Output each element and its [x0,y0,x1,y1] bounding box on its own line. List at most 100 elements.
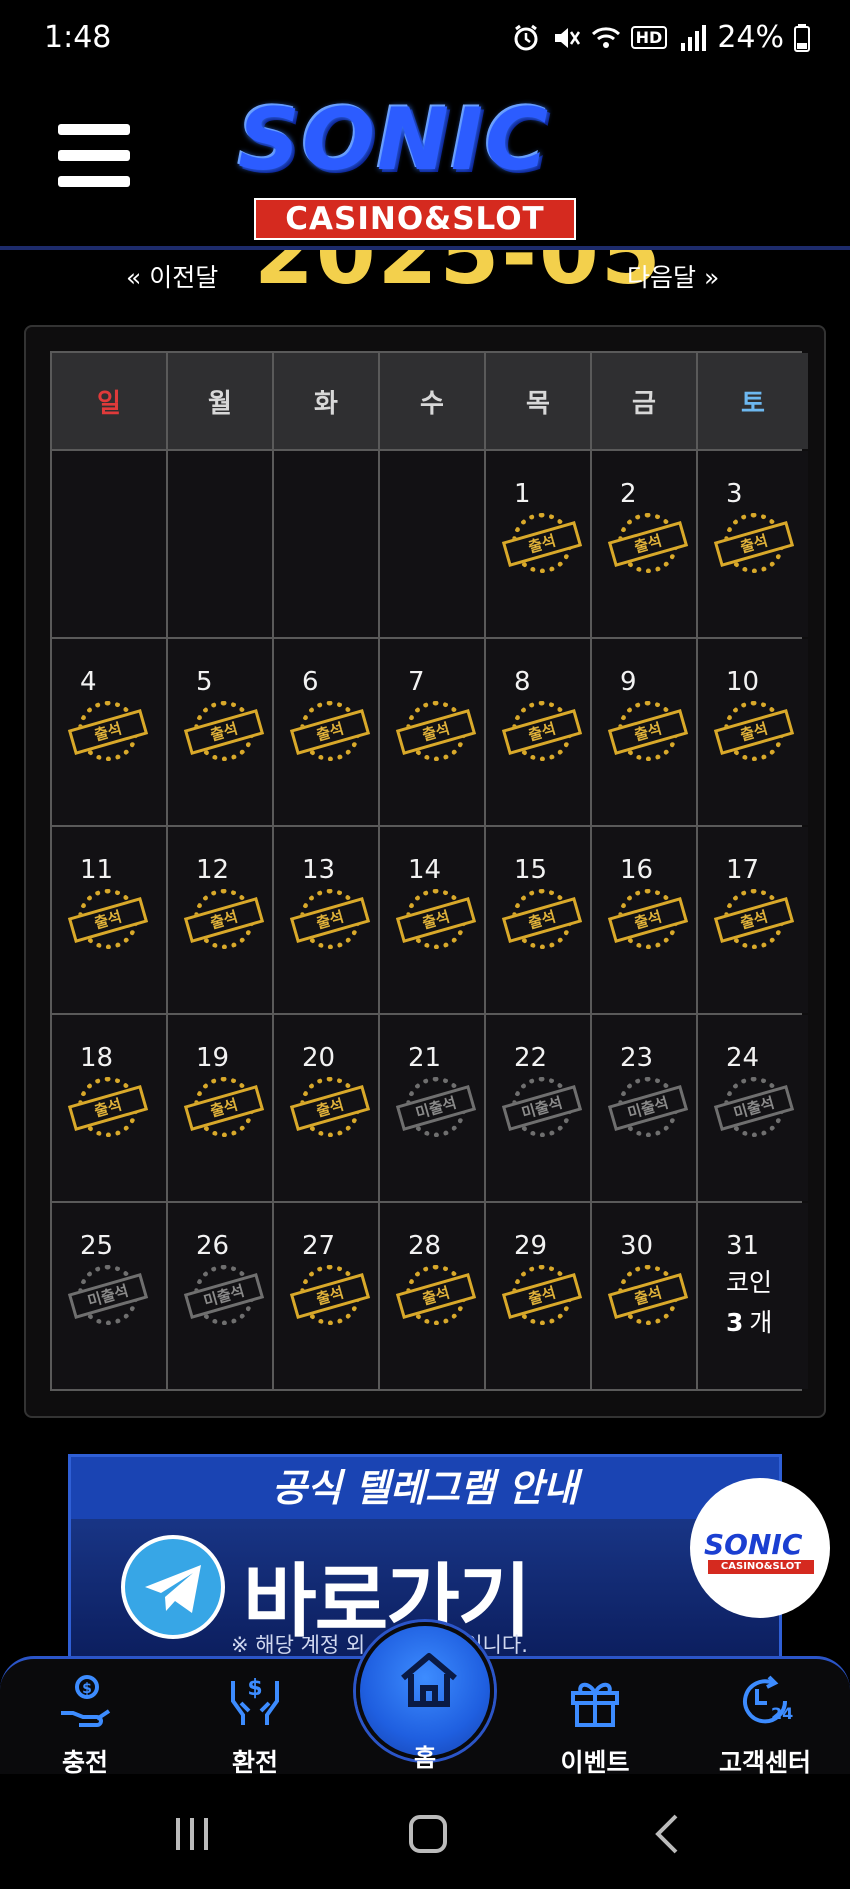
attended-stamp-icon: 출석 [289,887,371,955]
calendar-day: 27 출석 [274,1203,378,1389]
calendar-day: 10 출석 [698,639,808,825]
calendar-day: 7 출석 [380,639,484,825]
day-number: 10 [726,667,760,697]
svg-text:24: 24 [771,1704,793,1723]
calendar-day: 1 출석 [486,451,590,637]
attended-stamp-icon: 출석 [501,511,583,579]
day-number: 19 [196,1043,230,1073]
attended-stamp-icon: 출석 [713,887,795,955]
calendar-day: 14 출석 [380,827,484,1013]
attended-stamp-icon: 출석 [183,887,265,955]
calendar-day: 8 출석 [486,639,590,825]
next-month-link[interactable]: 다음달 » [627,258,719,290]
support-24-icon: 24 [743,1675,793,1724]
attended-stamp-icon: 출석 [183,699,265,767]
calendar-day: 25 미출석 [52,1203,166,1389]
day-number: 18 [80,1043,114,1073]
mute-icon [554,27,580,48]
attended-stamp-icon: 출석 [289,1075,371,1143]
system-navigation-bar [0,1774,850,1889]
home-system-icon[interactable] [408,1814,448,1854]
day-number: 16 [620,855,654,885]
nav-support[interactable]: 24 고객센터 [700,1659,830,1777]
gift-icon [571,1682,619,1727]
calendar-day: 26 미출석 [168,1203,272,1389]
telegram-icon [121,1535,225,1639]
calendar-day: 19 출석 [168,1015,272,1201]
day-number: 13 [302,855,336,885]
floating-logo-button[interactable]: SONIC CASINO&SLOT [690,1478,830,1618]
attended-stamp-icon: 출석 [501,887,583,955]
calendar-day: 6 출석 [274,639,378,825]
battery-percent: 24% [717,20,784,55]
nav-event[interactable]: 이벤트 [530,1659,660,1777]
calendar-day: 16 출석 [592,827,696,1013]
attended-stamp-icon: 출석 [67,1075,149,1143]
weekday-sat: 토 [698,353,808,449]
calendar-day: 12 출석 [168,827,272,1013]
attended-stamp-icon: 출석 [289,699,371,767]
calendar-day: 15 출석 [486,827,590,1013]
day-number: 7 [408,667,425,697]
calendar-day [274,451,378,637]
calendar-day: 23 미출석 [592,1015,696,1201]
recent-apps-icon[interactable] [172,1814,212,1854]
day-number: 31 [726,1231,760,1261]
coin-count: 3 [726,1308,744,1337]
attended-stamp-icon: 출석 [501,1263,583,1331]
calendar-day [52,451,166,637]
missed-stamp-icon: 미출석 [183,1263,265,1331]
day-number: 3 [726,479,743,509]
calendar-day: 21 미출석 [380,1015,484,1201]
coin-reward: 코인 3 개 [726,1263,772,1343]
calendar-day: 9 출석 [592,639,696,825]
calendar-day: 3 출석 [698,451,808,637]
attended-stamp-icon: 출석 [713,511,795,579]
calendar-day: 11 출석 [52,827,166,1013]
coin-unit: 개 [749,1308,773,1337]
day-number: 17 [726,855,760,885]
calendar-day: 18 출석 [52,1015,166,1201]
calendar-day: 13 출석 [274,827,378,1013]
hd-voice-badge: HD [630,26,668,49]
attended-stamp-icon: 출석 [67,699,149,767]
weekday-tue: 화 [274,353,378,449]
calendar-day: 29 출석 [486,1203,590,1389]
missed-stamp-icon: 미출석 [713,1075,795,1143]
weekday-wed: 수 [380,353,484,449]
back-icon[interactable] [652,1814,682,1854]
attended-stamp-icon: 출석 [607,887,689,955]
wifi-icon [591,26,620,48]
site-logo[interactable]: SONIC CASINO&SLOT [218,90,618,240]
nav-home-button[interactable]: 홈 [356,1622,494,1772]
day-number: 12 [196,855,230,885]
nav-deposit[interactable]: $ 충전 [20,1659,150,1777]
coin-amount: 3개 [726,1303,772,1343]
calendar-day [380,451,484,637]
status-icons: HD 24% [511,20,810,55]
menu-icon[interactable] [58,124,130,188]
calendar-day [168,451,272,637]
attendance-calendar: 일 월 화 수 목 금 토 1 출석 2 출석 3 출석 4 출석 5 출석 6 출석 7 출석 8 출석 9 출… [24,325,826,1418]
weekday-sun: 일 [52,353,166,449]
attended-stamp-icon: 출석 [289,1263,371,1331]
day-number: 29 [514,1231,548,1261]
attended-stamp-icon: 출석 [713,699,795,767]
svg-text:$: $ [247,1676,262,1701]
nav-home-label: 홈 [413,1744,437,1772]
calendar-day: 4 출석 [52,639,166,825]
day-number: 6 [302,667,319,697]
nav-withdraw[interactable]: $ 환전 [190,1659,320,1777]
missed-stamp-icon: 미출석 [67,1263,149,1331]
day-number: 25 [80,1231,114,1261]
calendar-grid: 일 월 화 수 목 금 토 1 출석 2 출석 3 출석 4 출석 5 출석 6 출석 7 출석 8 출석 9 출… [50,351,808,1391]
attended-stamp-icon: 출석 [395,699,477,767]
weekday-mon: 월 [168,353,272,449]
prev-month-link[interactable]: « 이전달 [126,258,218,290]
weekday-thu: 목 [486,353,590,449]
day-number: 4 [80,667,97,697]
coin-label: 코인 [726,1268,773,1297]
svg-text:$: $ [82,1681,92,1697]
attended-stamp-icon: 출석 [395,887,477,955]
day-number: 21 [408,1043,442,1073]
